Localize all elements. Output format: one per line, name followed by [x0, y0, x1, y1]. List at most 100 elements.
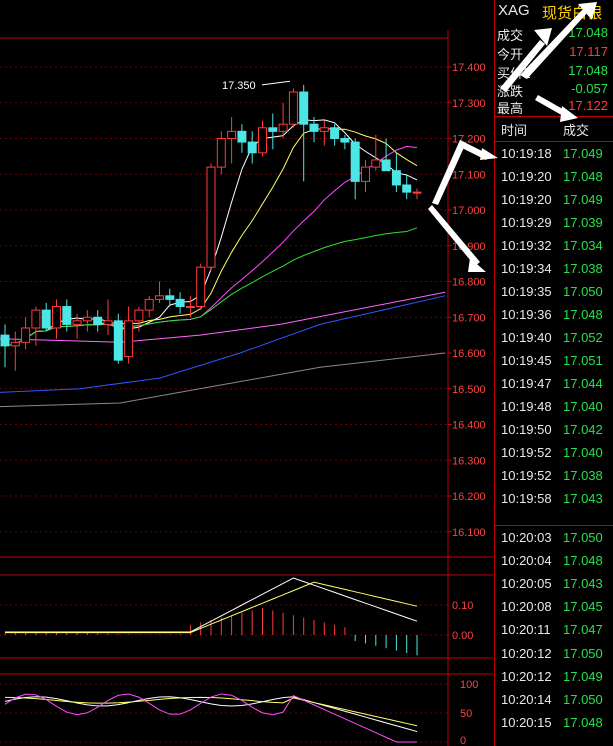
tick-row[interactable]: 10:20:04 17.048 [495, 550, 613, 573]
tick-price: 17.039 [563, 215, 603, 230]
tick-time: 10:20:15 [501, 714, 552, 730]
price-tick-label: 16.800 [452, 277, 486, 289]
candle-body [62, 306, 72, 325]
candle-body [206, 166, 216, 268]
ticks-divider [495, 525, 613, 526]
tick-price: 17.043 [563, 491, 603, 506]
candle-body [381, 159, 391, 172]
tick-row[interactable]: 10:19:32 17.034 [495, 235, 613, 258]
tick-time: 10:19:34 [501, 261, 552, 276]
candle-body [278, 123, 288, 132]
price-tick-label: 16.600 [452, 348, 486, 360]
quote-value: 17.122 [568, 98, 608, 113]
tick-time: 10:19:18 [501, 146, 552, 161]
quote-row-open: 今开 17.117 [495, 43, 613, 63]
tick-row[interactable]: 10:20:12 17.049 [495, 666, 613, 689]
candle-body [288, 91, 298, 125]
tick-row[interactable]: 10:20:03 17.050 [495, 527, 613, 550]
candle-body [185, 306, 195, 309]
tick-price: 17.050 [563, 530, 603, 545]
tick-row[interactable]: 10:19:20 17.048 [495, 166, 613, 189]
ticks-header-price: 成交 [563, 124, 590, 139]
tick-row[interactable]: 10:19:47 17.044 [495, 373, 613, 396]
quote-value: 17.117 [569, 44, 608, 59]
tick-row[interactable]: 10:19:58 17.043 [495, 488, 613, 511]
tick-time: 10:19:36 [501, 307, 552, 322]
tick-row[interactable]: 10:20:15 17.048 [495, 712, 613, 735]
tick-row[interactable]: 10:19:20 17.049 [495, 189, 613, 212]
kdj-tick-label: 50 [460, 708, 472, 720]
price-tick-label: 17.100 [452, 169, 486, 181]
price-tick-label: 16.300 [452, 455, 486, 467]
candle-body [361, 166, 370, 182]
kdj-tick-label: 0 [460, 735, 466, 746]
quote-value: -0.057 [571, 81, 608, 96]
tick-row[interactable]: 10:19:40 17.052 [495, 327, 613, 350]
price-tick-label: 16.700 [452, 312, 486, 324]
candle-body [412, 191, 422, 194]
tick-row[interactable]: 10:19:36 17.048 [495, 304, 613, 327]
candle-body [319, 127, 329, 132]
tick-time: 10:20:11 [501, 622, 551, 638]
tick-price: 17.038 [563, 261, 603, 276]
tick-price: 17.049 [563, 146, 603, 161]
tick-time: 10:19:45 [501, 353, 552, 368]
tick-time: 10:20:12 [501, 645, 552, 661]
tick-row[interactable]: 10:19:29 17.039 [495, 212, 613, 235]
kdj-d-line [4, 696, 418, 727]
tick-time: 10:19:20 [501, 169, 552, 184]
tick-price: 17.043 [563, 576, 603, 592]
tick-row[interactable]: 10:19:34 17.038 [495, 258, 613, 281]
tick-time: 10:19:29 [501, 215, 552, 230]
tick-time: 10:19:47 [501, 376, 552, 391]
tick-row[interactable]: 10:19:35 17.050 [495, 281, 613, 304]
chart-canvas[interactable]: 17.400 17.300 17.200 17.100 17.000 16.900 16.8… [0, 0, 493, 746]
candle-body [391, 170, 401, 186]
quote-label: 最高 [497, 102, 524, 117]
tick-time: 10:19:35 [501, 284, 552, 299]
tick-row[interactable]: 10:19:52 17.040 [495, 442, 613, 465]
tick-row[interactable]: 10:19:18 17.049 [495, 143, 613, 166]
tick-time: 10:20:08 [501, 599, 552, 615]
ticks-header-time: 时间 [501, 124, 528, 139]
tick-row[interactable]: 10:20:11 17.047 [495, 619, 613, 642]
candle-body [299, 91, 309, 125]
tick-row[interactable]: 10:20:08 17.045 [495, 596, 613, 619]
tick-time: 10:20:14 [501, 691, 552, 707]
price-tick-label: 17.300 [452, 98, 486, 110]
tick-price: 17.049 [563, 668, 603, 684]
price-tick-label: 17.400 [452, 62, 486, 74]
tick-time: 10:19:50 [501, 422, 552, 437]
kline-chart[interactable]: 17.400 17.300 17.200 17.100 17.000 16.900 16.8… [0, 0, 493, 746]
tick-price: 17.050 [563, 691, 603, 707]
tick-time: 10:19:48 [501, 399, 552, 414]
quote-row-high: 最高 17.122 [495, 97, 613, 117]
quote-value: 17.048 [568, 63, 608, 78]
tick-row[interactable]: 10:19:48 17.040 [495, 396, 613, 419]
tick-price: 17.048 [563, 553, 603, 569]
tick-row[interactable]: 10:20:14 17.050 [495, 689, 613, 712]
quote-value: 17.048 [568, 25, 608, 40]
tick-time: 10:19:58 [501, 491, 552, 506]
tick-price: 17.040 [563, 445, 603, 460]
price-tick-label: 16.900 [452, 241, 486, 253]
candle-body [247, 141, 257, 154]
tick-row[interactable]: 10:19:50 17.042 [495, 419, 613, 442]
tick-price: 17.047 [563, 622, 603, 638]
tick-price: 17.051 [563, 353, 603, 368]
tick-time: 10:19:40 [501, 330, 552, 345]
quote-label: 成交 [497, 29, 524, 44]
candle-body [31, 309, 41, 329]
candle-body [52, 306, 61, 329]
tick-price: 17.048 [563, 307, 603, 322]
tick-row[interactable]: 10:19:45 17.051 [495, 350, 613, 373]
tick-row[interactable]: 10:20:12 17.050 [495, 643, 613, 666]
candle-body [330, 127, 340, 140]
tick-row[interactable]: 10:20:05 17.043 [495, 573, 613, 596]
price-tick-label: 16.100 [452, 527, 486, 539]
tick-time: 10:20:04 [501, 553, 552, 569]
tick-row[interactable]: 10:19:52 17.038 [495, 465, 613, 488]
price-tick-label: 16.500 [452, 384, 486, 396]
candle-body [227, 130, 237, 140]
price-tick-label: 17.200 [452, 134, 486, 146]
